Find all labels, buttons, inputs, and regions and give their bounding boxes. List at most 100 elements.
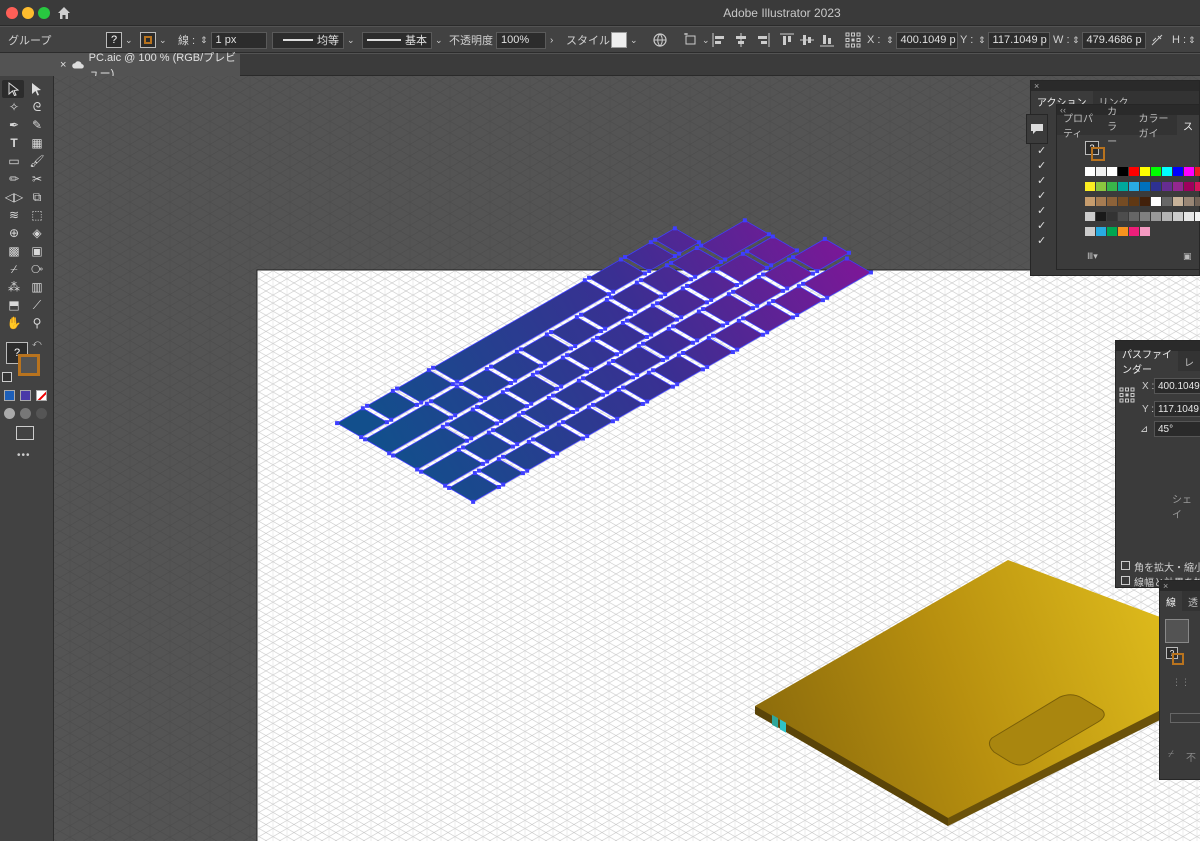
swatch[interactable] [1096, 212, 1106, 221]
swatch[interactable] [1151, 197, 1161, 206]
tab-color[interactable]: カラー [1101, 107, 1132, 148]
anchor-point[interactable] [555, 451, 560, 456]
stepper-icon[interactable]: ⇕ [886, 35, 894, 46]
anchor-point[interactable] [736, 318, 741, 323]
anchor-point[interactable] [461, 445, 466, 450]
none-mode-icon[interactable] [36, 390, 47, 401]
anchor-point[interactable] [390, 388, 395, 393]
anchor-point[interactable] [455, 379, 460, 384]
anchor-point[interactable] [484, 367, 489, 372]
anchor-point[interactable] [648, 240, 653, 245]
anchor-point[interactable] [499, 419, 504, 424]
stroke-swatch[interactable] [18, 354, 40, 376]
anchor-point[interactable] [700, 367, 705, 372]
tab-pathfinder[interactable]: パスファインダー [1116, 350, 1178, 376]
anchor-point[interactable] [584, 369, 589, 374]
anchor-point[interactable] [653, 237, 658, 242]
anchor-point[interactable] [720, 323, 725, 328]
direct-selection-tool-icon[interactable] [28, 81, 46, 97]
anchor-point[interactable] [464, 438, 469, 443]
anchor-point[interactable] [363, 437, 368, 442]
canvas[interactable]: × アクション リンク ✓ ✓ ✓ ✓ ✓ ✓ ✓ ✓ ‹‹ プロパティ カラー… [54, 76, 1200, 841]
anchor-point[interactable] [545, 424, 550, 429]
swatch[interactable] [1195, 167, 1200, 176]
document-tab[interactable]: × PC.aic @ 100 % (RGB/プレビュー) [54, 52, 240, 80]
anchor-point[interactable] [414, 402, 419, 407]
pen-tool-icon[interactable]: ✒ [5, 117, 23, 133]
anchor-point[interactable] [603, 326, 608, 331]
anchor-point[interactable] [525, 468, 530, 473]
anchor-point[interactable] [731, 289, 736, 294]
action-check-6[interactable]: ✓ [1037, 204, 1049, 217]
anchor-point[interactable] [389, 417, 394, 422]
scissors-tool-icon[interactable]: ✂ [28, 171, 46, 187]
rotate-angle-input[interactable]: 45° [1154, 421, 1200, 437]
anchor-point[interactable] [742, 218, 747, 223]
anchor-point[interactable] [526, 439, 531, 444]
anchor-point[interactable] [419, 400, 424, 405]
stroke-panel-close[interactable]: × [1160, 581, 1200, 591]
anchor-point[interactable] [761, 272, 766, 277]
anchor-point[interactable] [424, 401, 429, 406]
action-check-7[interactable]: ✓ [1037, 219, 1049, 232]
anchor-point[interactable] [610, 419, 615, 424]
anchor-point[interactable] [585, 434, 590, 439]
swatch[interactable] [1129, 197, 1139, 206]
anchor-point[interactable] [611, 359, 616, 364]
anchor-point[interactable] [477, 468, 482, 473]
anchor-point[interactable] [786, 257, 791, 262]
anchor-point[interactable] [489, 364, 494, 369]
anchor-point[interactable] [554, 386, 559, 391]
anchor-point[interactable] [620, 321, 625, 326]
anchor-point[interactable] [696, 309, 701, 314]
anchor-point[interactable] [431, 365, 436, 370]
opacity-field[interactable]: 100% › [496, 31, 553, 49]
swatch[interactable] [1096, 197, 1106, 206]
swatch[interactable] [1184, 167, 1194, 176]
anchor-point[interactable] [619, 349, 624, 354]
shape-builder-tool-icon[interactable]: ⊕ [5, 225, 23, 241]
anchor-point[interactable] [868, 270, 873, 275]
anchor-point[interactable] [516, 413, 521, 418]
anchor-point[interactable] [739, 280, 744, 285]
align-right-icon[interactable] [756, 31, 770, 49]
width-tool-icon[interactable]: ≋ [5, 207, 23, 223]
anchor-point[interactable] [513, 378, 518, 383]
anchor-point[interactable] [734, 283, 739, 288]
anchor-point[interactable] [448, 415, 453, 420]
anchor-point[interactable] [521, 410, 526, 415]
anchor-point[interactable] [384, 420, 389, 425]
anchor-point[interactable] [635, 372, 640, 377]
anchor-point[interactable] [496, 484, 501, 489]
anchor-point[interactable] [443, 483, 448, 488]
swatch[interactable] [1195, 212, 1200, 221]
anchor-point[interactable] [483, 395, 488, 400]
swatch[interactable] [1118, 212, 1128, 221]
anchor-point[interactable] [582, 278, 587, 283]
anchor-point[interactable] [695, 338, 700, 343]
swatch[interactable] [1151, 212, 1161, 221]
anchor-point[interactable] [587, 275, 592, 280]
swap-fill-stroke-icon[interactable]: ⤺ [32, 338, 42, 349]
anchor-point[interactable] [429, 399, 434, 404]
anchor-point[interactable] [496, 457, 501, 462]
anchor-point[interactable] [606, 292, 611, 297]
swatch[interactable] [1129, 227, 1139, 236]
anchor-point[interactable] [621, 385, 626, 390]
swatch[interactable] [1118, 182, 1128, 191]
anchor-point[interactable] [649, 332, 654, 337]
w-field[interactable]: ⇕ 479.4686 p [1072, 31, 1146, 49]
gradient-mode-icon[interactable] [20, 390, 31, 401]
anchor-point[interactable] [672, 226, 677, 231]
anchor-point[interactable] [630, 375, 635, 380]
swatch[interactable] [1140, 182, 1150, 191]
anchor-point[interactable] [575, 407, 580, 412]
link-icon[interactable]: ⋮⋮ [1172, 677, 1190, 688]
column-graph-tool-icon[interactable]: ▥ [28, 279, 46, 295]
eyedropper-tool-icon[interactable]: ⌿ [5, 261, 23, 277]
anchor-point[interactable] [718, 259, 723, 264]
swatch[interactable] [1107, 197, 1117, 206]
selection-tool-icon[interactable] [5, 81, 23, 97]
anchor-point[interactable] [641, 341, 646, 346]
anchor-point[interactable] [415, 467, 420, 472]
